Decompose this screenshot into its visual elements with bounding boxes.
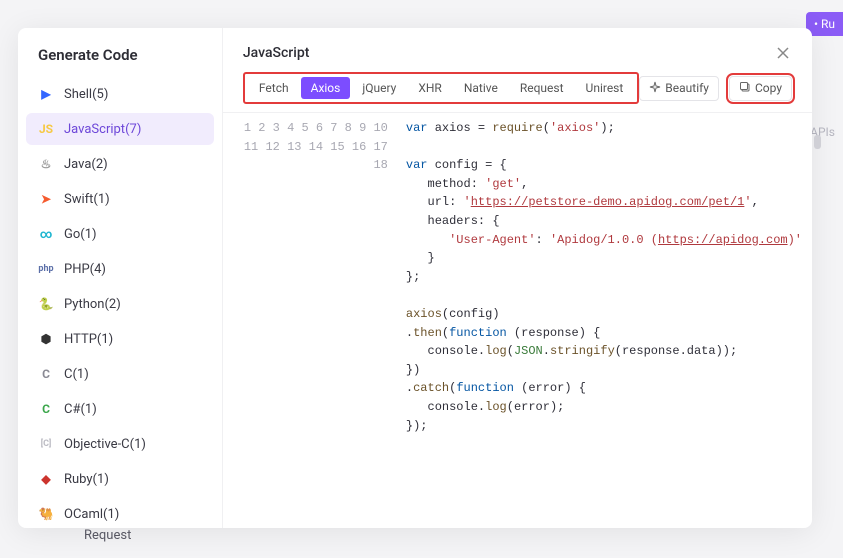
main-title: JavaScript — [243, 45, 309, 61]
ruby-icon: ◆ — [38, 471, 54, 487]
tab-native[interactable]: Native — [454, 77, 508, 99]
sidebar-item-http-1-[interactable]: ⬢ HTTP(1) — [26, 323, 214, 355]
sidebar-item-java-2-[interactable]: ♨ Java(2) — [26, 148, 214, 180]
sidebar-item-c-1-[interactable]: C C(1) — [26, 358, 214, 390]
sidebar-item-label: Java(2) — [64, 157, 108, 172]
sidebar-item-c-1-[interactable]: C C#(1) — [26, 393, 214, 425]
sparkle-icon — [649, 81, 661, 96]
sidebar-item-ocaml-1-[interactable]: 🐫 OCaml(1) — [26, 498, 214, 528]
copy-button[interactable]: Copy — [729, 76, 792, 101]
sidebar-item-label: Go(1) — [64, 227, 97, 242]
sidebar-item-python-2-[interactable]: 🐍 Python(2) — [26, 288, 214, 320]
tab-request[interactable]: Request — [510, 77, 574, 99]
tab-jquery[interactable]: jQuery — [352, 77, 406, 99]
sidebar-item-label: PHP(4) — [64, 262, 106, 277]
scrollbar-thumb[interactable] — [814, 135, 821, 149]
sidebar-title: Generate Code — [26, 46, 214, 78]
close-icon[interactable] — [774, 44, 792, 62]
tab-axios[interactable]: Axios — [301, 77, 351, 99]
sidebar-item-label: Swift(1) — [64, 192, 110, 207]
sidebar-item-shell-5-[interactable]: ▶ Shell(5) — [26, 78, 214, 110]
sidebar-item-label: Objective-C(1) — [64, 437, 146, 452]
beautify-button[interactable]: Beautify — [639, 76, 719, 101]
copy-label: Copy — [755, 81, 782, 95]
sidebar-item-label: Python(2) — [64, 297, 121, 312]
php-icon: php — [38, 261, 54, 277]
main-panel: JavaScript FetchAxiosjQueryXHRNativeRequ… — [223, 28, 812, 528]
language-sidebar: Generate Code ▶ Shell(5) JS JavaScript(7) ♨ J… — [18, 28, 223, 528]
tab-unirest[interactable]: Unirest — [576, 77, 634, 99]
sidebar-item-label: JavaScript(7) — [64, 122, 141, 137]
c-icon: C — [38, 366, 54, 382]
http-icon: ⬢ — [38, 331, 54, 347]
python-icon: 🐍 — [38, 296, 54, 312]
sidebar-item-php-4-[interactable]: php PHP(4) — [26, 253, 214, 285]
line-gutter: 1 2 3 4 5 6 7 8 9 10 11 12 13 14 15 16 1… — [223, 113, 396, 528]
beautify-label: Beautify — [665, 81, 709, 95]
sidebar-item-label: C#(1) — [64, 402, 97, 417]
swift-icon: ➤ — [38, 191, 54, 207]
tab-xhr[interactable]: XHR — [408, 77, 451, 99]
sidebar-item-javascript-7-[interactable]: JS JavaScript(7) — [26, 113, 214, 145]
library-tabs: FetchAxiosjQueryXHRNativeRequestUnirest — [243, 72, 639, 104]
go-icon: ∞ — [38, 226, 54, 242]
copy-icon — [739, 81, 751, 96]
sidebar-item-go-1-[interactable]: ∞ Go(1) — [26, 218, 214, 250]
sidebar-item-label: Shell(5) — [64, 87, 108, 102]
sidebar-item-objective-c-1-[interactable]: [C] Objective-C(1) — [26, 428, 214, 460]
tab-fetch[interactable]: Fetch — [249, 77, 299, 99]
sidebar-item-swift-1-[interactable]: ➤ Swift(1) — [26, 183, 214, 215]
code-editor[interactable]: 1 2 3 4 5 6 7 8 9 10 11 12 13 14 15 16 1… — [223, 112, 812, 528]
sidebar-item-label: OCaml(1) — [64, 507, 119, 522]
javascript-icon: JS — [38, 121, 54, 137]
generate-code-modal: Generate Code ▶ Shell(5) JS JavaScript(7) ♨ J… — [18, 28, 812, 528]
sidebar-item-ruby-1-[interactable]: ◆ Ruby(1) — [26, 463, 214, 495]
sidebar-item-label: HTTP(1) — [64, 332, 113, 347]
request-label-bg: Request — [84, 528, 131, 543]
sidebar-item-label: Ruby(1) — [64, 472, 109, 487]
code-content[interactable]: var axios = require('axios'); var config… — [396, 113, 812, 528]
sidebar-item-label: C(1) — [64, 367, 89, 382]
shell-icon: ▶ — [38, 86, 54, 102]
objc-icon: [C] — [38, 436, 54, 452]
ocaml-icon: 🐫 — [38, 506, 54, 522]
csharp-icon: C — [38, 401, 54, 417]
java-icon: ♨ — [38, 156, 54, 172]
